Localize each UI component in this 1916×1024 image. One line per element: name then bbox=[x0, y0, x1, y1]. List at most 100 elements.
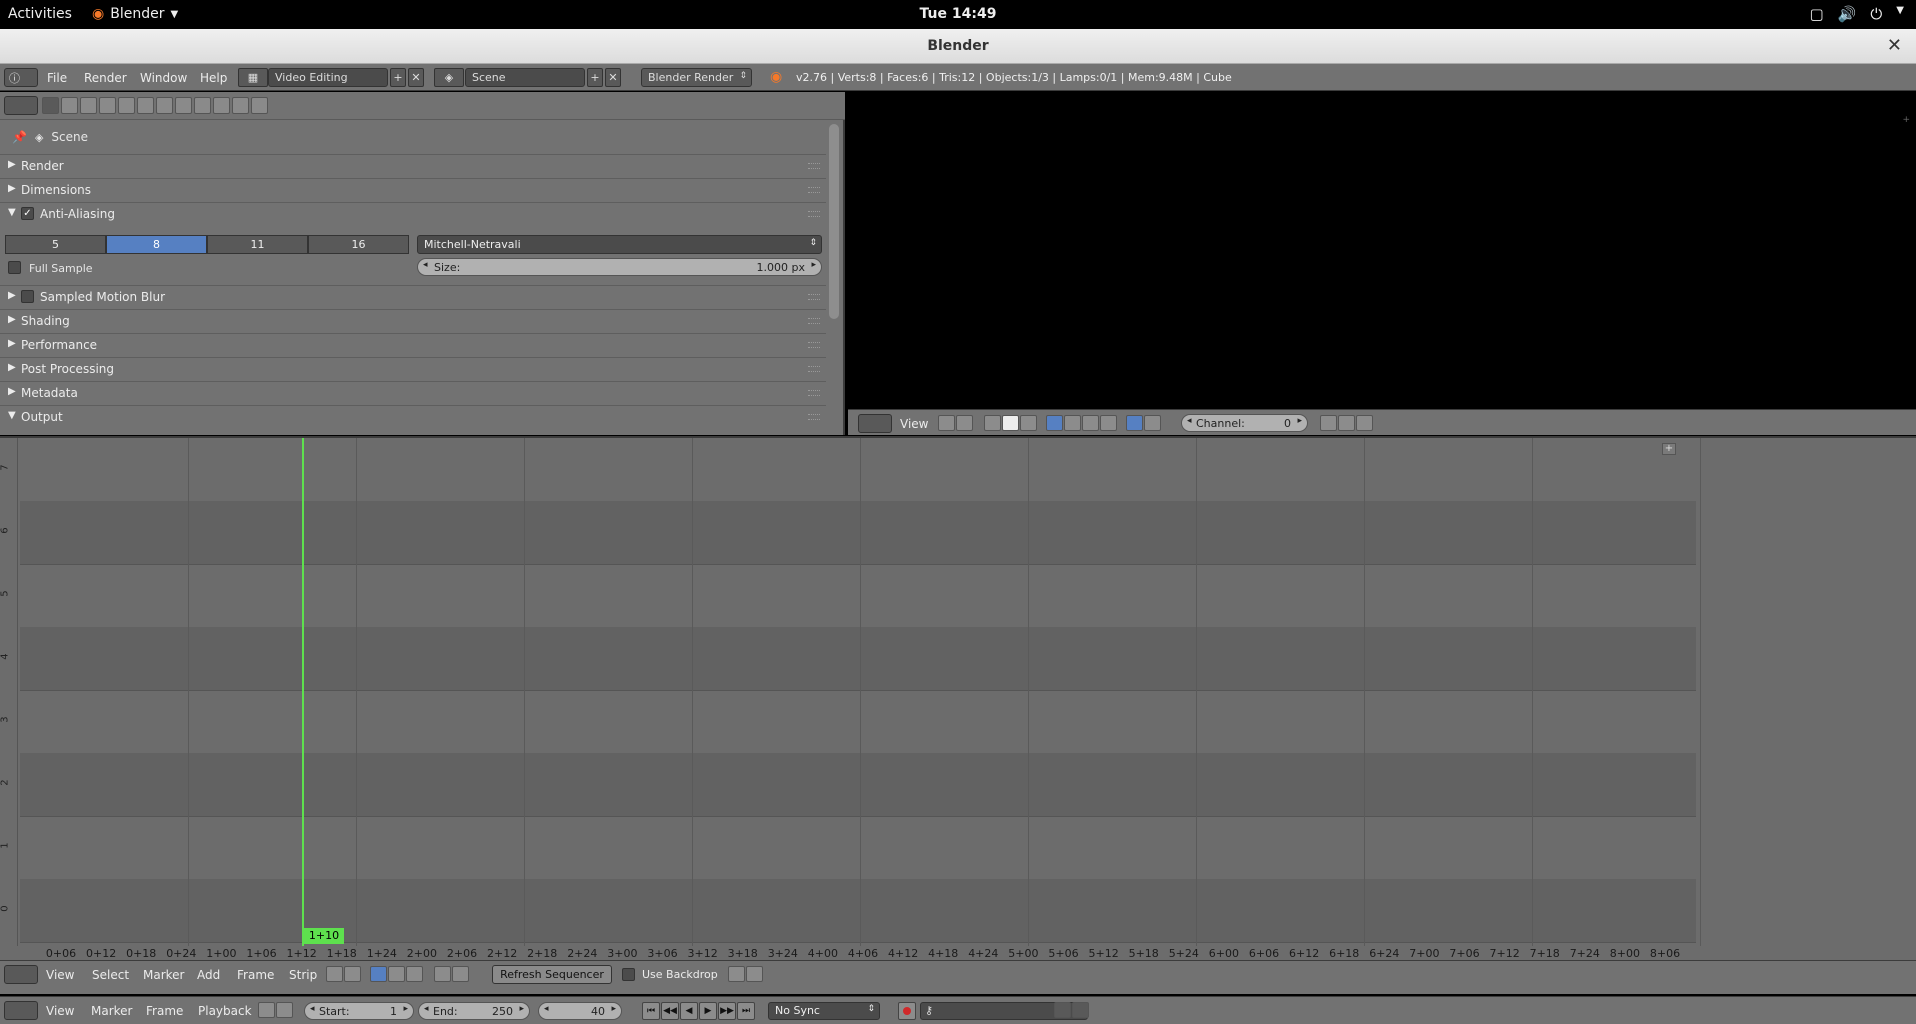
drag-handle[interactable] bbox=[808, 342, 820, 348]
insert-keyframe-icon[interactable] bbox=[1054, 1002, 1071, 1018]
panel-shading[interactable]: ▶ Shading bbox=[0, 309, 826, 331]
editor-type-dropdown[interactable] bbox=[858, 414, 892, 433]
copy-icon[interactable] bbox=[452, 966, 469, 982]
system-tray[interactable]: ▢ 🔊 ⏻ ▼ bbox=[1810, 5, 1904, 23]
channel-band[interactable] bbox=[20, 564, 1696, 627]
panel-anti-aliasing[interactable]: ▼ ✓ Anti-Aliasing bbox=[0, 202, 826, 224]
increment-arrow-icon[interactable]: ▸ bbox=[403, 1004, 408, 1014]
drag-handle[interactable] bbox=[808, 390, 820, 396]
data-tab-icon[interactable] bbox=[175, 97, 192, 114]
area-split-icon[interactable]: + bbox=[1902, 115, 1910, 125]
render-animation-icon[interactable] bbox=[746, 966, 763, 982]
object-tab-icon[interactable] bbox=[118, 97, 135, 114]
area-split-icon[interactable]: + bbox=[1662, 443, 1676, 455]
auto-keying-record-icon[interactable] bbox=[898, 1002, 916, 1020]
menu-playback[interactable]: Playback bbox=[198, 1004, 252, 1018]
panel-dimensions[interactable]: ▶ Dimensions bbox=[0, 178, 826, 200]
anti-aliasing-checkbox[interactable]: ✓ bbox=[21, 207, 34, 220]
app-menu[interactable]: ◉ Blender ▼ bbox=[92, 6, 178, 22]
screen-layout-icon[interactable]: ▦ bbox=[238, 68, 268, 87]
aa-filter-dropdown[interactable]: Mitchell-Netravali ⇕ bbox=[417, 235, 822, 254]
properties-scrollbar[interactable] bbox=[829, 124, 839, 319]
start-frame-field[interactable]: ◂ Start: 1 ▸ bbox=[304, 1002, 414, 1020]
scene-field[interactable]: Scene bbox=[465, 68, 585, 87]
full-sample-checkbox[interactable] bbox=[8, 261, 21, 274]
refresh-sequencer-button[interactable]: Refresh Sequencer bbox=[492, 965, 612, 984]
decrement-arrow-icon[interactable]: ◂ bbox=[424, 1004, 429, 1014]
drag-handle[interactable] bbox=[808, 211, 820, 217]
luma-waveform-icon[interactable] bbox=[1064, 415, 1081, 431]
add-scene-icon[interactable]: + bbox=[587, 68, 603, 87]
image-display-icon[interactable] bbox=[1046, 415, 1063, 431]
prev-keyframe-icon[interactable]: ◀◀ bbox=[661, 1002, 679, 1020]
lock-icon[interactable] bbox=[956, 415, 973, 431]
increment-arrow-icon[interactable]: ▸ bbox=[611, 1004, 616, 1014]
sequencer-view-icon[interactable] bbox=[370, 966, 387, 982]
increment-arrow-icon[interactable]: ▸ bbox=[1297, 416, 1302, 426]
remove-screen-icon[interactable]: ✕ bbox=[408, 68, 424, 87]
render-still-icon[interactable] bbox=[1338, 415, 1355, 431]
rgb-icon[interactable] bbox=[1126, 415, 1143, 431]
decrement-arrow-icon[interactable]: ◂ bbox=[310, 1004, 315, 1014]
drag-handle[interactable] bbox=[808, 187, 820, 193]
channel-band[interactable] bbox=[20, 690, 1696, 753]
sequencer-view-icon[interactable] bbox=[984, 415, 1001, 431]
close-icon[interactable]: ✕ bbox=[1887, 35, 1902, 56]
menu-render[interactable]: Render bbox=[84, 71, 127, 85]
preview-view-icon[interactable] bbox=[388, 966, 405, 982]
world-tab-icon[interactable] bbox=[99, 97, 116, 114]
safe-areas-icon[interactable] bbox=[1320, 415, 1337, 431]
sync-mode-dropdown[interactable]: No Sync ⇕ bbox=[768, 1002, 880, 1020]
menu-add[interactable]: Add bbox=[197, 968, 220, 982]
current-frame-field[interactable]: ◂ 40 ▸ bbox=[538, 1002, 622, 1020]
aa-sample-option-selected[interactable]: 8 bbox=[106, 235, 207, 254]
physics-tab-icon[interactable] bbox=[251, 97, 268, 114]
lock-icon[interactable] bbox=[276, 1002, 293, 1018]
sequencer-preview-icon[interactable] bbox=[406, 966, 423, 982]
sequencer-area[interactable]: 7 6 5 4 3 2 1 0 1+10 + 0+06 0+12 0+18 0+24 1+00 1+06… bbox=[0, 436, 1916, 962]
delete-keyframe-icon[interactable] bbox=[1072, 1002, 1089, 1018]
remove-scene-icon[interactable]: ✕ bbox=[605, 68, 621, 87]
editor-type-dropdown[interactable]: ⓘ bbox=[4, 68, 38, 87]
scene-icon[interactable] bbox=[938, 415, 955, 431]
increment-arrow-icon[interactable]: ▸ bbox=[519, 1004, 524, 1014]
menu-select[interactable]: Select bbox=[92, 968, 129, 982]
render-still-icon[interactable] bbox=[728, 966, 745, 982]
sequencer-grid[interactable]: 1+10 bbox=[20, 438, 1701, 946]
decrement-arrow-icon[interactable]: ◂ bbox=[423, 260, 428, 270]
editor-type-dropdown[interactable] bbox=[4, 1001, 38, 1020]
decrement-arrow-icon[interactable]: ◂ bbox=[544, 1004, 549, 1014]
jump-end-icon[interactable]: ⏭ bbox=[737, 1002, 755, 1020]
filter-size-field[interactable]: ◂ Size: 1.000 px ▸ bbox=[417, 258, 822, 276]
activities-button[interactable]: Activities bbox=[8, 6, 72, 22]
end-frame-field[interactable]: ◂ End: 250 ▸ bbox=[418, 1002, 530, 1020]
use-backdrop-checkbox[interactable] bbox=[622, 968, 635, 981]
menu-marker[interactable]: Marker bbox=[143, 968, 184, 982]
drag-handle[interactable] bbox=[808, 294, 820, 300]
menu-strip[interactable]: Strip bbox=[289, 968, 317, 982]
screen-layout-field[interactable]: Video Editing bbox=[268, 68, 388, 87]
channel-band[interactable] bbox=[20, 438, 1696, 501]
play-icon[interactable]: ▶ bbox=[699, 1002, 717, 1020]
snap-icon[interactable] bbox=[434, 966, 451, 982]
next-keyframe-icon[interactable]: ▶▶ bbox=[718, 1002, 736, 1020]
aa-sample-option[interactable]: 5 bbox=[5, 235, 106, 254]
jump-start-icon[interactable]: ⏮ bbox=[642, 1002, 660, 1020]
menu-window[interactable]: Window bbox=[140, 71, 187, 85]
menu-frame[interactable]: Frame bbox=[146, 1004, 183, 1018]
drag-handle[interactable] bbox=[808, 318, 820, 324]
channel-band[interactable] bbox=[20, 816, 1696, 879]
editor-type-dropdown[interactable] bbox=[4, 96, 38, 115]
render-tab-icon[interactable] bbox=[42, 97, 59, 114]
scene-icon[interactable]: ◈ bbox=[434, 68, 464, 87]
sequencer-preview-icon[interactable] bbox=[1020, 415, 1037, 431]
render-animation-icon[interactable] bbox=[1356, 415, 1373, 431]
menu-file[interactable]: File bbox=[47, 71, 67, 85]
add-screen-icon[interactable]: + bbox=[390, 68, 406, 87]
menu-view[interactable]: View bbox=[46, 968, 74, 982]
constraints-tab-icon[interactable] bbox=[137, 97, 154, 114]
scene-icon[interactable] bbox=[258, 1002, 275, 1018]
panel-post-processing[interactable]: ▶ Post Processing bbox=[0, 357, 826, 379]
menu-frame[interactable]: Frame bbox=[237, 968, 274, 982]
drag-handle[interactable] bbox=[808, 414, 820, 420]
